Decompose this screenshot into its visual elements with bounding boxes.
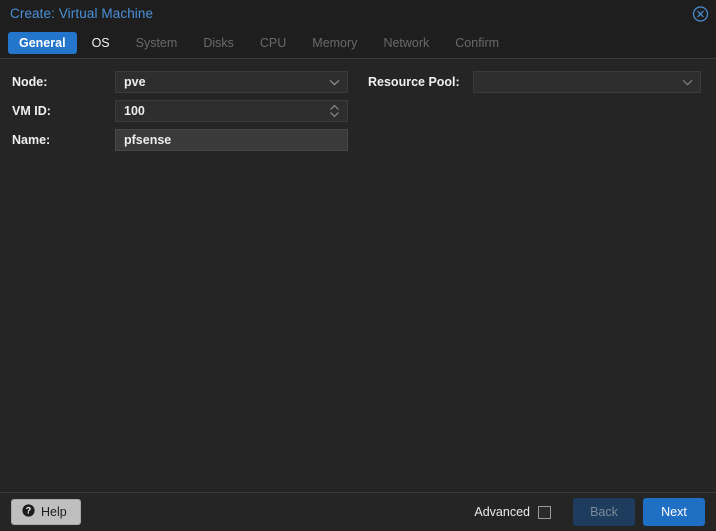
back-button: Back [573, 498, 635, 526]
tab-disks: Disks [203, 35, 234, 50]
close-icon[interactable] [692, 5, 709, 22]
node-value: pve [124, 75, 146, 89]
form-column-right: Resource Pool: [356, 71, 712, 100]
name-value: pfsense [124, 133, 172, 147]
advanced-toggle[interactable]: Advanced [474, 505, 551, 519]
dialog-title: Create: Virtual Machine [10, 6, 154, 21]
dialog-titlebar: Create: Virtual Machine [0, 0, 716, 27]
tab-memory: Memory [312, 35, 358, 50]
question-circle-icon: ? [22, 504, 35, 520]
help-button-label: Help [41, 505, 67, 519]
dialog-footer: ? Help Advanced Back Next [0, 492, 716, 531]
tab-os[interactable]: OS [81, 32, 121, 54]
vmid-value: 100 [124, 104, 145, 118]
vmid-stepper[interactable]: 100 [115, 100, 348, 122]
wizard-tabbar: General OS System Disks CPU Memory Netwo… [0, 27, 716, 59]
spinner-arrows-icon[interactable] [329, 104, 340, 118]
help-button[interactable]: ? Help [11, 499, 81, 525]
chevron-down-icon [682, 75, 693, 89]
tab-system: System [135, 35, 178, 50]
tab-network: Network [383, 35, 430, 50]
svg-text:?: ? [26, 506, 32, 516]
tab-confirm: Confirm [455, 35, 500, 50]
resource-pool-label: Resource Pool: [368, 75, 460, 89]
name-input[interactable]: pfsense [115, 129, 348, 151]
create-vm-dialog: Create: Virtual Machine General OS Syste… [0, 0, 716, 531]
next-button[interactable]: Next [643, 498, 705, 526]
resource-pool-select[interactable] [473, 71, 701, 93]
node-label: Node: [12, 75, 48, 89]
tab-general[interactable]: General [8, 31, 77, 54]
close-circle-icon [692, 5, 709, 22]
dialog-body: Node: pve VM ID: 100 Name: pfsense Resou… [0, 59, 716, 492]
form-column-left: Node: pve VM ID: 100 Name: pfsense [0, 71, 356, 158]
name-label: Name: [12, 133, 51, 147]
chevron-down-icon [329, 75, 340, 89]
tab-cpu: CPU [259, 35, 287, 50]
field-row-vmid: VM ID: 100 [0, 100, 356, 122]
advanced-checkbox[interactable] [538, 505, 551, 519]
field-row-resource-pool: Resource Pool: [356, 71, 712, 93]
advanced-label: Advanced [474, 505, 530, 519]
general-form: Node: pve VM ID: 100 Name: pfsense Resou… [0, 71, 716, 158]
field-row-node: Node: pve [0, 71, 356, 93]
vmid-label: VM ID: [12, 104, 51, 118]
field-row-name: Name: pfsense [0, 129, 356, 151]
node-select[interactable]: pve [115, 71, 348, 93]
